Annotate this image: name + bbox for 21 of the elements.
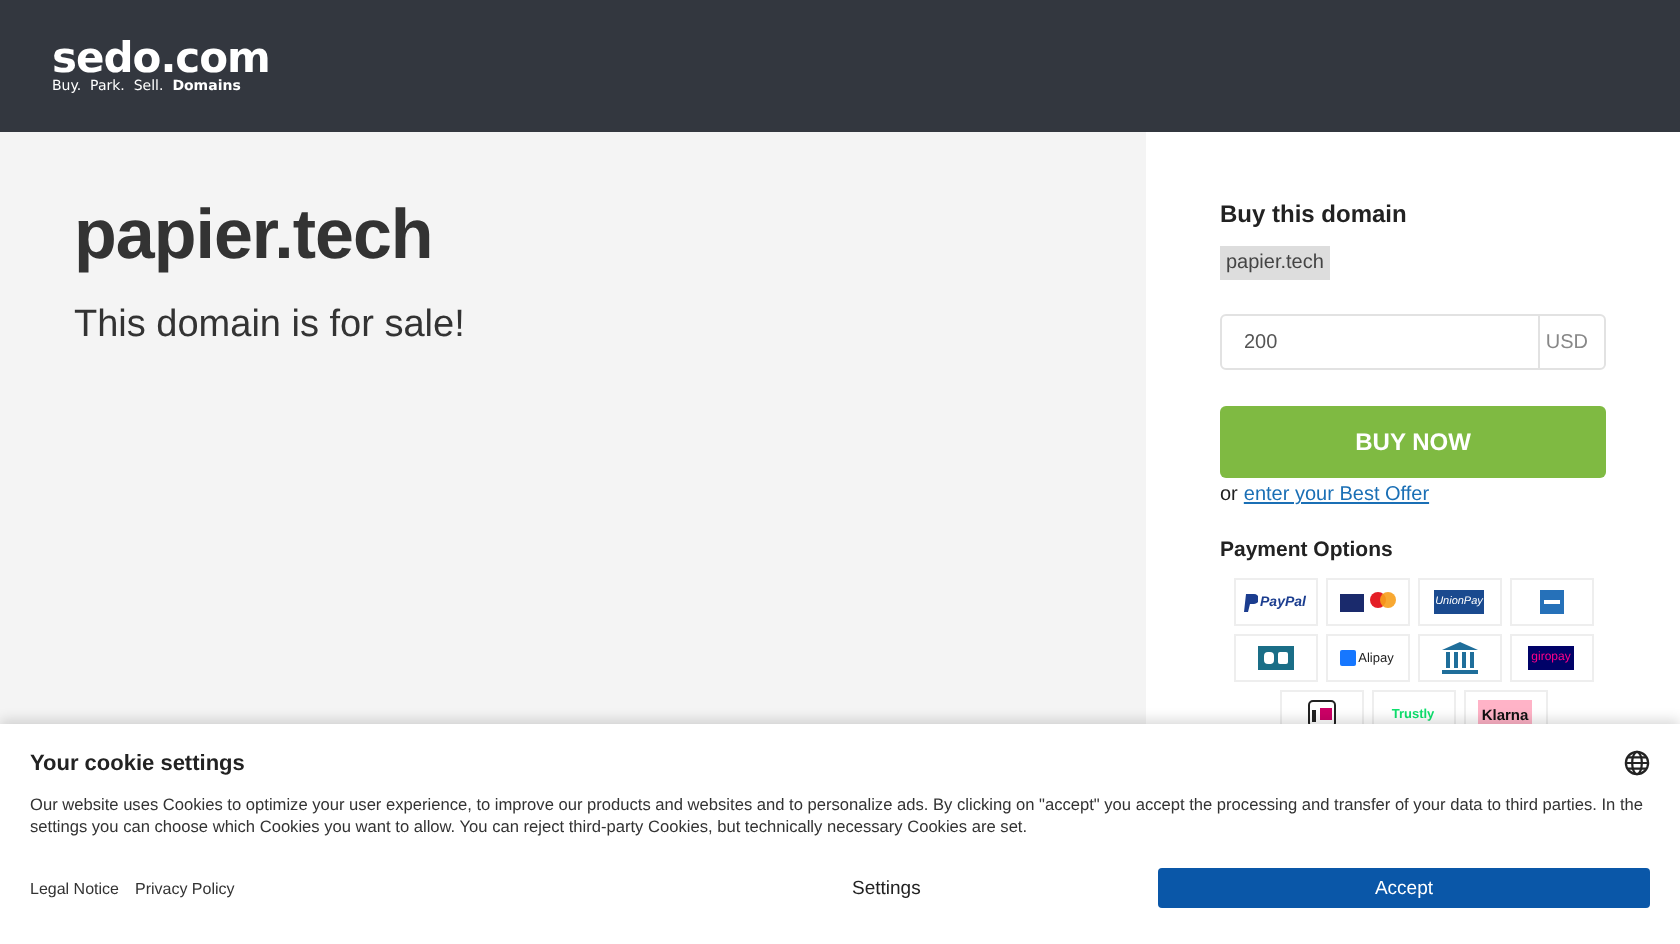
domain-tag: papier.tech: [1220, 246, 1330, 280]
accept-button[interactable]: Accept: [1158, 868, 1650, 908]
payment-title: Payment Options: [1220, 538, 1393, 562]
footer-link[interactable]: Legal Notice: [30, 879, 119, 897]
cookie-text: Our website uses Cookies to optimize your user experience, to improve our products and websites and to personalize ads. By clicking on "accept" you accept the processing and transfer of your data to third parties. In the settings you can choose which Cookies you want to allow. You can reject third-party Cookies, but technically necessary Cookies are set.: [30, 794, 1646, 836]
card-logos-icon: [1339, 590, 1395, 614]
best-offer-link[interactable]: enter your Best Offer: [1243, 484, 1430, 506]
cb-card-icon: [1257, 646, 1293, 670]
footer-link[interactable]: Privacy Policy: [134, 879, 235, 897]
currency-label: USD: [1537, 316, 1604, 368]
panel-title: Buy this domain: [1220, 200, 1407, 228]
amex-card-icon: [1539, 590, 1563, 614]
sale-subtitle: This domain is for sale!: [74, 304, 467, 348]
price-field[interactable]: 200 USD: [1220, 314, 1606, 370]
cookie-title: Your cookie settings: [30, 751, 245, 775]
domain-title: papier.tech: [74, 196, 435, 276]
settings-button[interactable]: Settings: [836, 869, 937, 907]
logo[interactable]: sedo.com: [52, 38, 270, 78]
offer-prefix: or: [1220, 484, 1238, 506]
globe-icon[interactable]: [1624, 750, 1650, 776]
bank-icon: [1441, 642, 1477, 674]
